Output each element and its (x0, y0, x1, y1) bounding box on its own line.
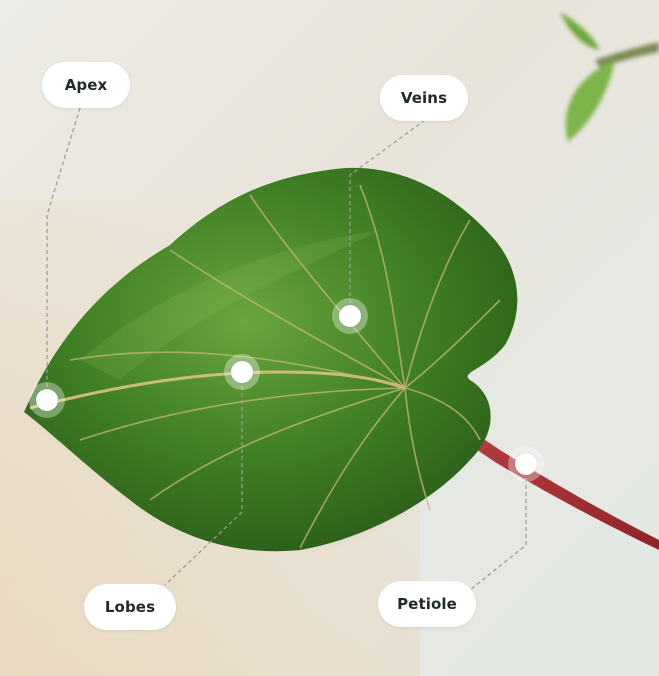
lobes-marker[interactable] (224, 354, 260, 390)
label-lobes: Lobes (84, 584, 176, 630)
veins-marker[interactable] (332, 298, 368, 334)
lobes-marker-dot (231, 361, 253, 383)
petiole-marker[interactable] (508, 446, 544, 482)
veins-marker-dot (339, 305, 361, 327)
leader-petiole (469, 464, 527, 591)
label-petiole: Petiole (378, 581, 476, 627)
diagram-canvas: Apex Veins Lobes Petiole (0, 0, 659, 676)
label-veins: Veins (380, 75, 468, 121)
label-apex: Apex (42, 62, 130, 108)
apex-marker[interactable] (29, 382, 65, 418)
petiole-marker-dot (515, 453, 537, 475)
apex-marker-dot (36, 389, 58, 411)
background-sprig (560, 12, 659, 142)
